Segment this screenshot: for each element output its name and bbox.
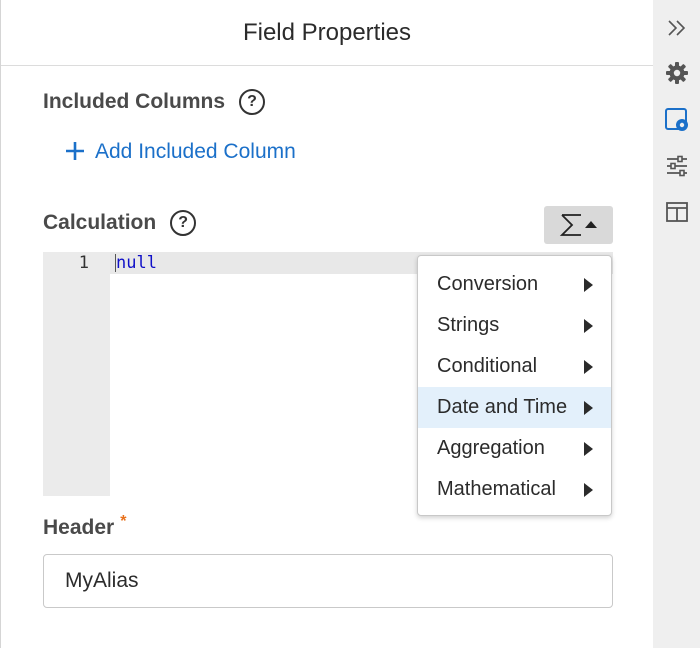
included-columns-label: Included Columns xyxy=(43,90,226,113)
submenu-arrow-icon xyxy=(584,278,593,292)
plus-icon xyxy=(65,140,85,164)
menu-item-label: Date and Time xyxy=(437,396,568,418)
menu-item-label: Aggregation xyxy=(437,437,545,459)
layout-icon xyxy=(666,202,688,222)
calculation-section: Calculation ? xyxy=(43,210,197,236)
menu-item-label: Conversion xyxy=(437,273,539,295)
menu-item-label: Conditional xyxy=(437,355,538,377)
included-columns-section: Included Columns ? xyxy=(43,89,266,115)
menu-item-date-and-time[interactable]: Date and Time xyxy=(418,387,611,428)
right-sidebar xyxy=(653,0,700,648)
menu-item-label: Mathematical xyxy=(437,478,556,500)
calculation-label: Calculation xyxy=(43,211,157,234)
header-section: Header * xyxy=(43,513,127,540)
function-category-menu: Conversion Strings Conditional Date and … xyxy=(417,255,612,516)
settings-button[interactable] xyxy=(663,59,691,87)
field-properties-button[interactable] xyxy=(663,106,691,134)
required-indicator: * xyxy=(120,513,127,530)
editor-line-number: 1 xyxy=(78,253,89,273)
field-settings-icon xyxy=(665,108,688,131)
submenu-arrow-icon xyxy=(584,319,593,333)
included-columns-help-icon[interactable]: ? xyxy=(239,89,266,115)
menu-item-mathematical[interactable]: Mathematical xyxy=(418,469,611,510)
submenu-arrow-icon xyxy=(584,360,593,374)
editor-gutter xyxy=(43,252,110,496)
collapse-chevron-icon xyxy=(668,20,686,36)
filters-button[interactable] xyxy=(663,152,691,180)
header-label: Header xyxy=(43,516,115,539)
gear-icon xyxy=(666,62,688,84)
add-included-column-link[interactable]: Add Included Column xyxy=(65,140,296,164)
menu-item-conditional[interactable]: Conditional xyxy=(418,346,611,387)
editor-code-line[interactable]: null xyxy=(116,252,157,274)
sigma-icon xyxy=(559,214,597,236)
menu-item-label: Strings xyxy=(437,314,500,336)
layout-button[interactable] xyxy=(663,198,691,226)
submenu-arrow-icon xyxy=(584,442,593,456)
menu-item-strings[interactable]: Strings xyxy=(418,305,611,346)
function-menu-button[interactable] xyxy=(544,206,613,244)
menu-item-aggregation[interactable]: Aggregation xyxy=(418,428,611,469)
menu-item-conversion[interactable]: Conversion xyxy=(418,264,611,305)
panel-title: Field Properties xyxy=(1,0,653,66)
calculation-help-icon[interactable]: ? xyxy=(170,210,197,236)
collapse-panel-button[interactable] xyxy=(663,14,691,42)
sliders-icon xyxy=(667,155,687,177)
submenu-arrow-icon xyxy=(584,401,593,415)
header-input[interactable] xyxy=(43,554,613,608)
field-properties-panel: Field Properties Included Columns ? Add … xyxy=(0,0,653,648)
add-included-column-label: Add Included Column xyxy=(95,140,296,163)
submenu-arrow-icon xyxy=(584,483,593,497)
